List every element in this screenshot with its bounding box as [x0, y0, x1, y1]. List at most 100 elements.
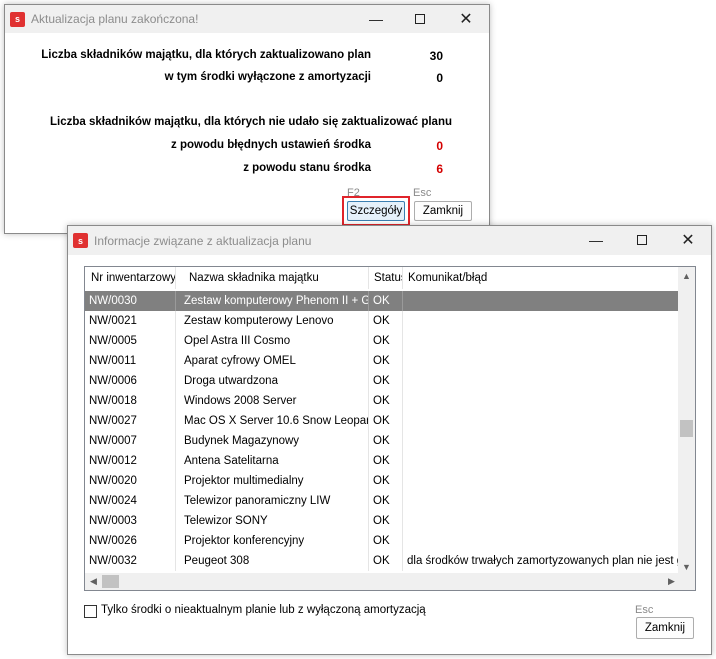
- cell-nr: NW/0007: [85, 431, 176, 451]
- cell-name: Projektor konferencyjny: [176, 531, 369, 551]
- cell-message: [403, 491, 678, 511]
- cell-nr: NW/0026: [85, 531, 176, 551]
- cell-message: [403, 311, 678, 331]
- minimize-icon[interactable]: —: [573, 226, 619, 254]
- failed-label: Liczba składników majątku, dla których n…: [50, 116, 452, 128]
- cell-status: OK: [369, 551, 403, 571]
- close-icon[interactable]: ✕: [443, 5, 489, 33]
- cell-message: [403, 331, 678, 351]
- cell-name: Antena Satelitarna: [176, 451, 369, 471]
- cell-status: OK: [369, 531, 403, 551]
- summary-close-shortcut: Esc: [413, 187, 432, 199]
- scroll-corner: [678, 573, 695, 590]
- cell-name: Zestaw komputerowy Lenovo: [176, 311, 369, 331]
- cell-nr: NW/0018: [85, 391, 176, 411]
- cell-nr: NW/0021: [85, 311, 176, 331]
- cell-message: [403, 451, 678, 471]
- cell-nr: NW/0030: [85, 291, 176, 311]
- cell-nr: NW/0024: [85, 491, 176, 511]
- filter-checkbox[interactable]: [84, 605, 97, 618]
- scroll-left-icon[interactable]: ◀: [85, 573, 102, 590]
- cell-name: Opel Astra III Cosmo: [176, 331, 369, 351]
- table-row[interactable]: NW/0024 Telewizor panoramiczny LIW OK: [85, 491, 678, 511]
- table-row[interactable]: NW/0006 Droga utwardzona OK: [85, 371, 678, 391]
- cell-name: Peugeot 308: [176, 551, 369, 571]
- cell-message: [403, 371, 678, 391]
- cell-message: [403, 391, 678, 411]
- bad-settings-label: z powodu błędnych ustawień środka: [171, 139, 371, 151]
- table-row[interactable]: NW/0003 Telewizor SONY OK: [85, 511, 678, 531]
- details-title: Informacje związane z aktualizacja planu: [94, 233, 312, 248]
- cell-name: Telewizor SONY: [176, 511, 369, 531]
- column-header-message[interactable]: Komunikat/błąd: [403, 267, 678, 289]
- maximize-icon[interactable]: [397, 5, 443, 33]
- cell-status: OK: [369, 291, 403, 311]
- excluded-label: w tym środki wyłączone z amortyzacji: [164, 71, 371, 83]
- column-header-nr[interactable]: Nr inwentarzowy: [85, 267, 176, 289]
- table-row[interactable]: NW/0032 Peugeot 308 OK dla środków trwałych…: [85, 551, 678, 571]
- bad-settings-value: 0: [436, 139, 443, 153]
- excluded-value: 0: [436, 71, 443, 85]
- table-row[interactable]: NW/0007 Budynek Magazynowy OK: [85, 431, 678, 451]
- horizontal-scroll-thumb[interactable]: [102, 575, 119, 588]
- cell-name: Telewizor panoramiczny LIW: [176, 491, 369, 511]
- cell-message: [403, 351, 678, 371]
- table-row[interactable]: NW/0005 Opel Astra III Cosmo OK: [85, 331, 678, 351]
- column-header-status[interactable]: Status: [369, 267, 403, 289]
- table-row[interactable]: NW/0012 Antena Satelitarna OK: [85, 451, 678, 471]
- cell-status: OK: [369, 451, 403, 471]
- summary-close-button[interactable]: Zamknij: [414, 201, 472, 221]
- vertical-scrollbar[interactable]: ▲ ▼: [678, 267, 695, 575]
- cell-nr: NW/0020: [85, 471, 176, 491]
- details-list[interactable]: Nr inwentarzowy Nazwa składnika majątku …: [84, 266, 696, 591]
- cell-message: [403, 511, 678, 531]
- cell-status: OK: [369, 431, 403, 451]
- cell-message: [403, 411, 678, 431]
- cell-status: OK: [369, 491, 403, 511]
- summary-title: Aktualizacja planu zakończona!: [31, 12, 199, 26]
- horizontal-scrollbar[interactable]: ◀ ▶: [85, 573, 680, 590]
- cell-message: [403, 431, 678, 451]
- updated-value: 30: [429, 49, 443, 63]
- cell-message: [403, 531, 678, 551]
- cell-message: dla środków trwałych zamortyzowanych pla…: [407, 555, 678, 567]
- details-button[interactable]: Szczegóły: [347, 201, 405, 221]
- details-close-shortcut: Esc: [635, 604, 654, 616]
- details-close-button[interactable]: Zamknij: [636, 617, 694, 639]
- filter-checkbox-label[interactable]: Tylko środki o nieaktualnym planie lub z…: [101, 604, 426, 616]
- cell-nr: NW/0027: [85, 411, 176, 431]
- cell-nr: NW/0003: [85, 511, 176, 531]
- cell-message: [403, 471, 678, 491]
- cell-name: Mac OS X Server 10.6 Snow Leopard: [176, 411, 369, 431]
- cell-nr: NW/0012: [85, 451, 176, 471]
- table-row[interactable]: NW/0020 Projektor multimedialny OK: [85, 471, 678, 491]
- cell-name: Droga utwardzona: [176, 371, 369, 391]
- vertical-scroll-thumb[interactable]: [680, 420, 693, 437]
- maximize-icon[interactable]: [619, 226, 665, 254]
- app-icon: s: [10, 11, 25, 27]
- minimize-icon[interactable]: —: [353, 5, 399, 33]
- cell-status: OK: [369, 331, 403, 351]
- cell-status: OK: [369, 471, 403, 491]
- cell-name: Windows 2008 Server: [176, 391, 369, 411]
- cell-name: Budynek Magazynowy: [176, 431, 369, 451]
- cell-nr: NW/0011: [85, 351, 176, 371]
- cell-status: OK: [369, 391, 403, 411]
- column-header-name[interactable]: Nazwa składnika majątku: [176, 267, 369, 289]
- table-row[interactable]: NW/0030 Zestaw komputerowy Phenom II + GT…: [85, 291, 678, 311]
- table-row[interactable]: NW/0021 Zestaw komputerowy Lenovo OK: [85, 311, 678, 331]
- summary-dialog: s Aktualizacja planu zakończona! — ✕ Lic…: [4, 4, 490, 234]
- summary-titlebar: s Aktualizacja planu zakończona! — ✕: [5, 5, 489, 33]
- cell-message: [403, 291, 678, 311]
- updated-label: Liczba składników majątku, dla których z…: [41, 49, 371, 61]
- close-icon[interactable]: ✕: [665, 226, 711, 254]
- cell-status: OK: [369, 411, 403, 431]
- scroll-up-icon[interactable]: ▲: [678, 267, 695, 284]
- table-row[interactable]: NW/0018 Windows 2008 Server OK: [85, 391, 678, 411]
- table-row[interactable]: NW/0011 Aparat cyfrowy OMEL OK: [85, 351, 678, 371]
- cell-name: Zestaw komputerowy Phenom II + GT: [176, 291, 369, 311]
- table-row[interactable]: NW/0026 Projektor konferencyjny OK: [85, 531, 678, 551]
- state-value: 6: [436, 162, 443, 176]
- table-row[interactable]: NW/0027 Mac OS X Server 10.6 Snow Leopard…: [85, 411, 678, 431]
- cell-name: Aparat cyfrowy OMEL: [176, 351, 369, 371]
